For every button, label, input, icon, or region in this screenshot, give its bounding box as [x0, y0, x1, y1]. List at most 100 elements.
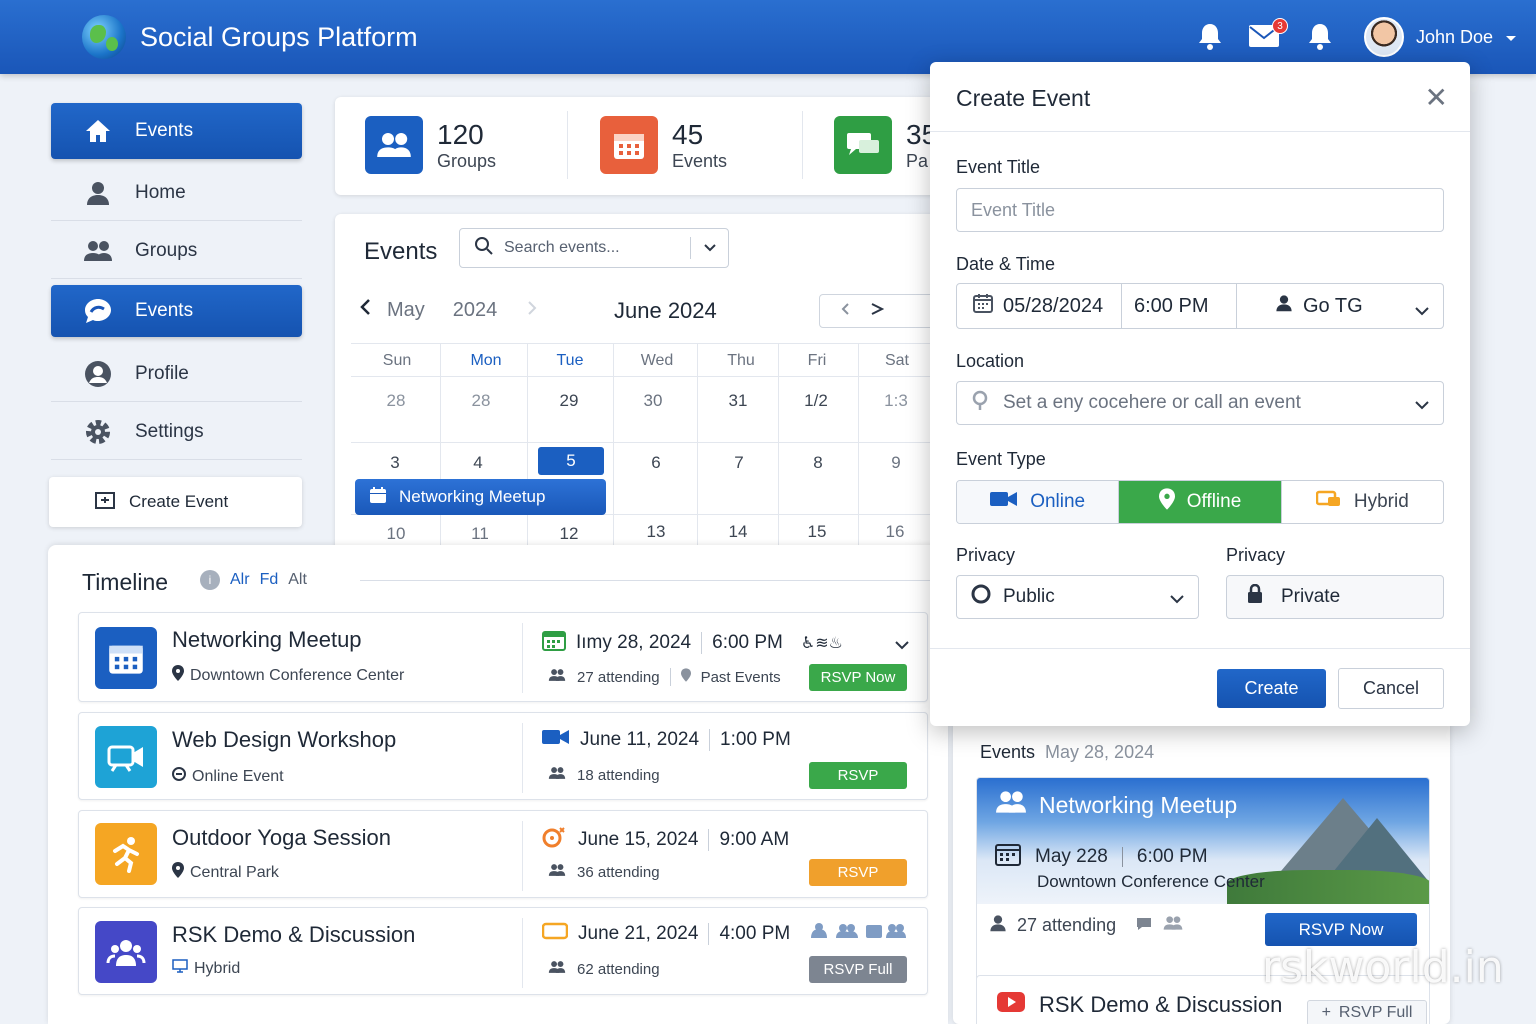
event-attending: 62 attending — [547, 960, 660, 978]
hybrid-icon — [541, 922, 569, 946]
sidebar-item-settings[interactable]: Settings — [51, 404, 302, 460]
calendar-day[interactable]: 3 — [365, 453, 425, 473]
mail-icon[interactable]: 3 — [1248, 18, 1288, 53]
calendar-day[interactable]: 30 — [623, 391, 683, 411]
calendar-day[interactable]: 13 — [626, 522, 686, 542]
user-menu[interactable]: John Doe — [1364, 17, 1517, 57]
sidebar-item-events[interactable]: Events — [51, 285, 302, 337]
people-icon — [547, 766, 567, 784]
type-hybrid-button[interactable]: Hybrid — [1282, 481, 1443, 523]
calendar-day[interactable]: 15 — [787, 522, 847, 542]
date-field[interactable]: 05/28/2024 — [957, 284, 1122, 328]
info-icon[interactable]: i — [200, 570, 220, 590]
chevron-left-icon[interactable] — [359, 298, 371, 322]
type-online-button[interactable]: Online — [957, 481, 1120, 523]
calendar-icon — [973, 293, 993, 319]
rsvp-full-button[interactable]: RSVP Full — [809, 956, 907, 983]
calendar-day[interactable]: 1:3 — [866, 391, 926, 411]
filter-tab[interactable]: Alt — [288, 571, 307, 589]
cancel-button[interactable]: Cancel — [1338, 668, 1444, 709]
month-nav: May 2024 — [359, 298, 537, 322]
calendar-day[interactable]: 10 — [366, 524, 426, 544]
calendar-day[interactable]: 7 — [709, 453, 769, 473]
notification-bell-icon[interactable] — [1307, 22, 1333, 55]
rsvp-button[interactable]: RSVP — [809, 859, 907, 886]
play-icon[interactable] — [870, 302, 885, 321]
calendar-day[interactable]: 12 — [539, 524, 599, 544]
brand[interactable]: Social Groups Platform — [82, 15, 418, 59]
timezone-select[interactable]: Go TG — [1237, 284, 1443, 328]
calendar-day[interactable]: 8 — [788, 453, 848, 473]
sidebar-item-profile[interactable]: Profile — [51, 346, 302, 402]
panel-title: Events — [980, 742, 1036, 762]
create-button[interactable]: Create — [1217, 669, 1326, 708]
sidebar-item-groups[interactable]: Groups — [51, 223, 302, 279]
event-title: RSK Demo & Discussion — [172, 922, 416, 947]
privacy-private-option[interactable]: Private — [1226, 575, 1444, 619]
calendar-icon — [95, 627, 157, 689]
timeline-card[interactable]: Outdoor Yoga Session Central Park June 1… — [78, 810, 928, 898]
rsvp-button[interactable]: RSVP — [809, 762, 907, 789]
radio-icon — [971, 584, 991, 610]
stat-groups[interactable]: 120 Groups — [365, 116, 496, 174]
calendar-day[interactable]: 16 — [865, 522, 925, 542]
calendar-day[interactable]: 4 — [448, 453, 508, 473]
filter-tab[interactable]: Fd — [260, 571, 279, 589]
chevron-left-icon[interactable] — [840, 302, 850, 321]
location-select[interactable]: Set a eny cocehere or call an event — [956, 381, 1444, 425]
create-event-button[interactable]: Create Event — [49, 477, 302, 527]
location-search-icon — [971, 389, 991, 417]
calendar-day[interactable]: 9 — [866, 453, 926, 473]
chevron-down-icon[interactable] — [690, 237, 728, 259]
type-label: Online — [1030, 491, 1086, 512]
calendar-day[interactable]: 14 — [708, 522, 768, 542]
divider — [522, 821, 523, 891]
sidebar-item-home[interactable]: Home — [51, 165, 302, 221]
rsvp-full-label: RSVP Full — [1338, 1004, 1413, 1021]
search-input[interactable]: Search events... — [459, 228, 729, 268]
calendar-day[interactable]: 31 — [708, 391, 768, 411]
calendar-day-today[interactable]: 5 — [538, 447, 604, 475]
chevron-down-icon — [1415, 299, 1429, 322]
rsvp-full-button[interactable]: + RSVP Full — [1307, 1000, 1427, 1024]
calendar-day[interactable]: 6 — [626, 453, 686, 473]
online-icon — [172, 767, 186, 786]
sidebar-item-events-top[interactable]: Events — [51, 103, 302, 159]
chevron-down-icon[interactable] — [895, 637, 909, 655]
calendar-panel: Events Search events... May 2024 June 20… — [335, 214, 955, 554]
timeline-card[interactable]: RSK Demo & Discussion Hybrid June 21, 20… — [78, 907, 928, 995]
rsvp-button[interactable]: RSVP Now — [809, 664, 907, 691]
prev-month[interactable]: May — [387, 299, 425, 322]
privacy-select[interactable]: Public — [956, 575, 1199, 619]
type-offline-button[interactable]: Offline — [1119, 481, 1282, 523]
calendar-day[interactable]: 28 — [366, 391, 426, 411]
event-extra: Past Events — [700, 668, 781, 686]
bell-icon[interactable] — [1197, 22, 1223, 55]
featured-date: May 228 — [1035, 846, 1108, 867]
filter-tab[interactable]: Alr — [230, 571, 250, 589]
stat-participants[interactable]: 35 Pa — [834, 116, 937, 174]
stat-events[interactable]: 45 Events — [600, 116, 727, 174]
calendar-day[interactable]: 11 — [450, 524, 510, 544]
event-title-input[interactable] — [956, 188, 1444, 232]
calendar-day[interactable]: 29 — [539, 391, 599, 411]
calendar-event[interactable]: Networking Meetup — [355, 479, 606, 515]
video-play-icon — [997, 992, 1025, 1018]
calendar-day[interactable]: 1/2 — [786, 391, 846, 411]
event-location-text: Hybrid — [194, 959, 241, 977]
user-name: John Doe — [1416, 26, 1494, 47]
chevron-right-icon[interactable] — [527, 299, 537, 322]
close-icon[interactable]: ✕ — [1425, 84, 1448, 112]
timeline-card[interactable]: Web Design Workshop Online Event June 11… — [78, 712, 928, 800]
participant-icons — [810, 922, 907, 946]
type-label: Offline — [1186, 491, 1242, 512]
timeline-card[interactable]: Networking Meetup Downtown Conference Ce… — [78, 612, 928, 702]
attending-count: 27 attending — [577, 668, 660, 686]
app-title: Social Groups Platform — [140, 21, 418, 52]
calendar-day[interactable]: 28 — [451, 391, 511, 411]
time-field[interactable]: 6:00 PM — [1122, 284, 1237, 328]
event-location-text: Downtown Conference Center — [190, 666, 405, 684]
map-pin-icon — [172, 862, 184, 883]
month-arrows[interactable] — [819, 294, 939, 328]
prev-year[interactable]: 2024 — [453, 299, 498, 322]
